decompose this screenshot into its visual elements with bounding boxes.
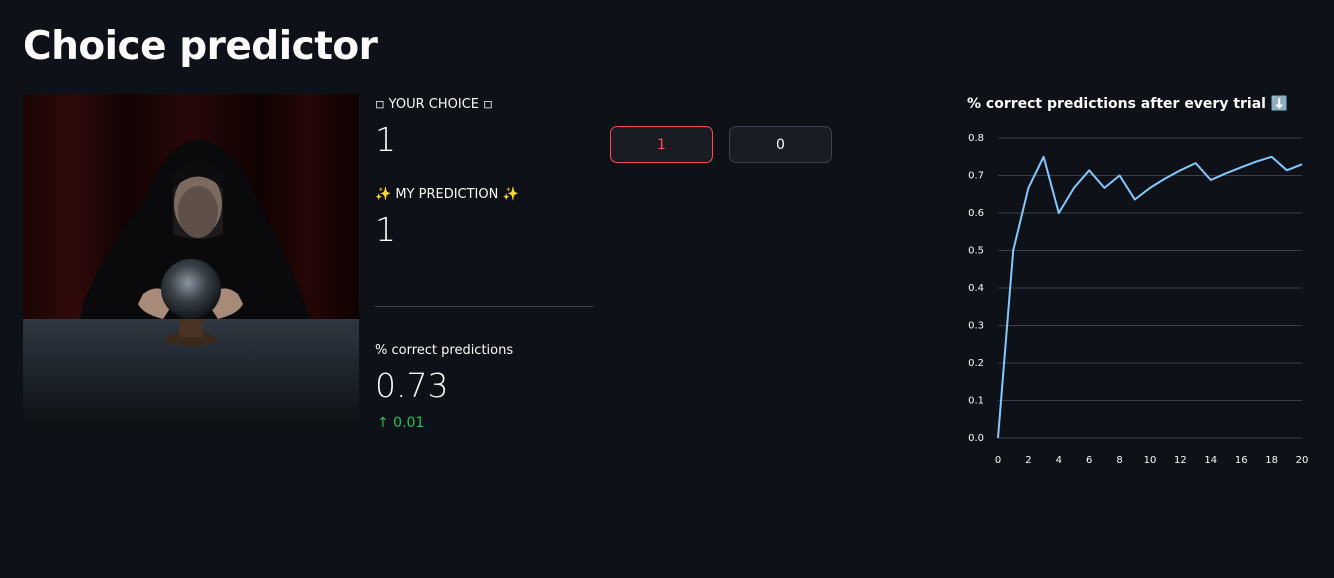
x-tick-label: 18 — [1265, 455, 1278, 466]
correct-predictions-value: 0.73 — [375, 366, 449, 405]
y-tick-label: 0.5 — [968, 246, 984, 257]
x-tick-label: 16 — [1235, 455, 1248, 466]
metrics-divider — [375, 306, 594, 307]
y-tick-label: 0.2 — [968, 358, 984, 369]
choice-zero-button[interactable]: 0 — [729, 126, 832, 163]
y-tick-label: 0.4 — [968, 283, 984, 294]
x-tick-label: 6 — [1086, 455, 1092, 466]
x-tick-label: 0 — [995, 455, 1001, 466]
y-tick-label: 0.6 — [968, 208, 984, 219]
choice-one-button[interactable]: 1 — [610, 126, 713, 163]
x-tick-label: 4 — [1056, 455, 1062, 466]
page-title: Choice predictor — [23, 24, 378, 69]
x-tick-label: 12 — [1174, 455, 1187, 466]
y-tick-label: 0.1 — [968, 396, 984, 407]
y-tick-label: 0.7 — [968, 171, 984, 182]
accuracy-series-line — [997, 155, 1303, 439]
correct-predictions-delta: ↑ 0.01 — [377, 415, 425, 431]
x-tick-label: 2 — [1025, 455, 1031, 466]
x-tick-label: 14 — [1204, 455, 1217, 466]
fortune-teller-image — [23, 94, 359, 430]
x-tick-label: 20 — [1296, 455, 1309, 466]
chart-title: % correct predictions after every trial … — [967, 96, 1289, 112]
prediction-label: ✨ MY PREDICTION ✨ — [375, 187, 519, 202]
prediction-value: 1 — [375, 210, 396, 249]
your-choice-value: 1 — [375, 120, 396, 159]
y-tick-label: 0.3 — [968, 321, 984, 332]
x-tick-label: 10 — [1144, 455, 1157, 466]
your-choice-label: ◽ YOUR CHOICE ◽ — [375, 97, 493, 112]
y-tick-label: 0.0 — [968, 433, 984, 444]
fortune-teller-illustration — [23, 94, 359, 430]
y-tick-label: 0.8 — [968, 133, 984, 144]
accuracy-line-chart: 0.0 0.1 0.2 0.3 0.4 0.5 0.6 0.7 0.8 0 2 4 6 8 10 12 14 16… — [968, 133, 1309, 466]
correct-predictions-label: % correct predictions — [375, 343, 514, 358]
x-tick-label: 8 — [1116, 455, 1122, 466]
